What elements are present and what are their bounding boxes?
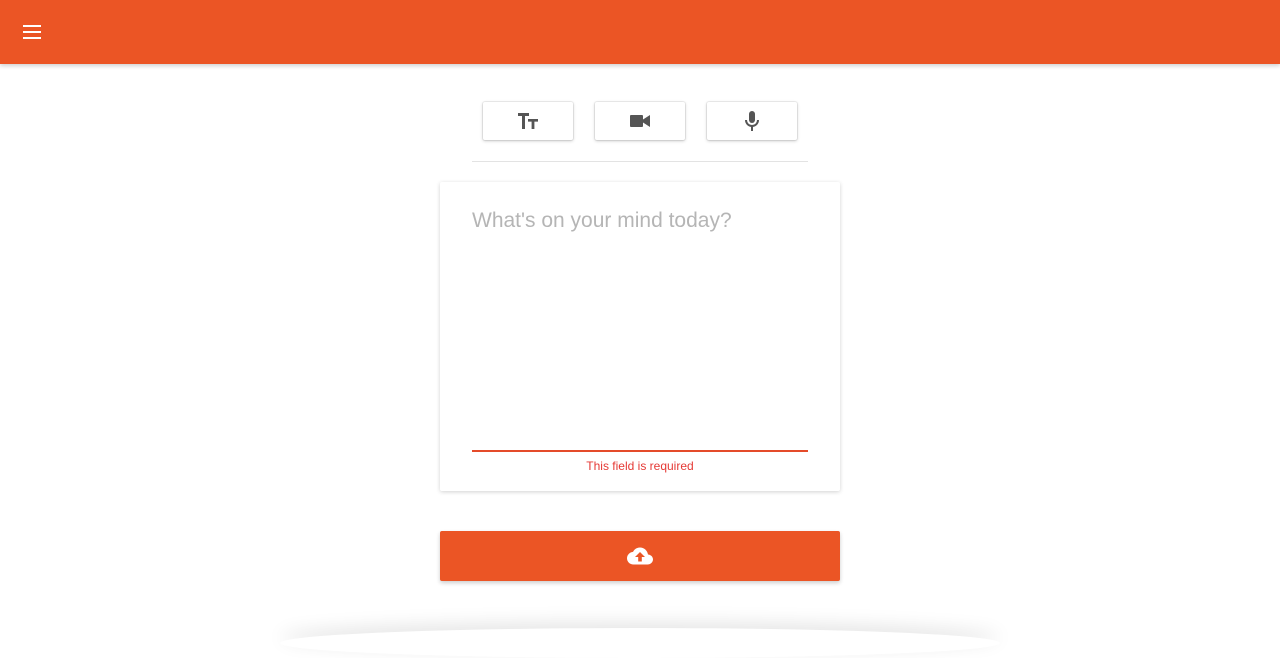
mic-icon [745,111,759,131]
composer-card: This field is required [440,182,840,491]
field-error-message: This field is required [586,459,694,473]
divider [472,161,808,162]
text-fields-icon [518,113,538,129]
bottom-sheet-edge [280,628,1000,658]
videocam-icon [630,115,650,127]
text-mode-button[interactable] [483,102,573,140]
video-mode-button[interactable] [595,102,685,140]
cloud-upload-icon [627,547,653,565]
app-bar [0,0,1280,64]
menu-icon [23,25,41,39]
audio-mode-button[interactable] [707,102,797,140]
menu-button[interactable] [16,16,48,48]
upload-button[interactable] [440,531,840,581]
post-textarea[interactable] [472,206,808,452]
mode-tabs [472,102,808,140]
